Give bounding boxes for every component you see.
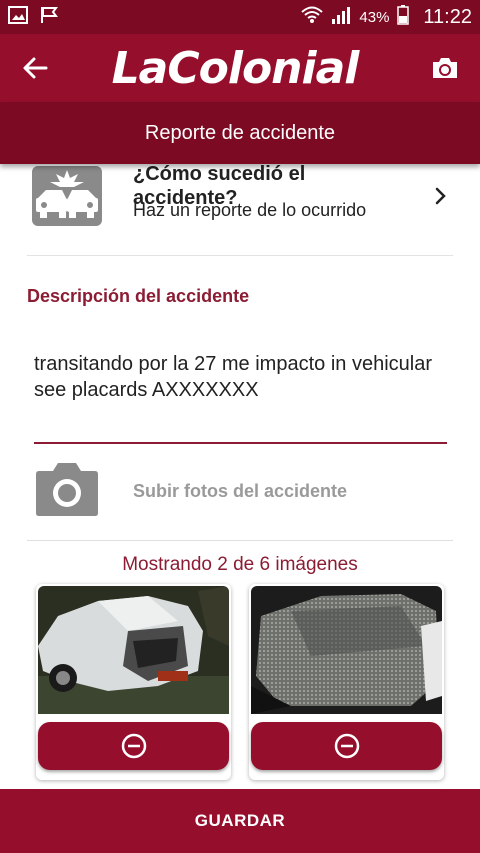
report-form: ¿Cómo sucedió el accidente? Haz un repor… bbox=[0, 164, 480, 789]
clock: 11:22 bbox=[423, 5, 472, 28]
gallery-status: Mostrando 2 de 6 imágenes bbox=[122, 554, 358, 575]
arrow-left-icon bbox=[23, 57, 48, 79]
app-bar: LaColonial bbox=[0, 34, 480, 102]
camera-button[interactable] bbox=[410, 34, 480, 102]
accident-report-link[interactable]: ¿Cómo sucedió el accidente? Haz un repor… bbox=[27, 164, 453, 256]
accident-section-subtitle: Haz un reporte de lo ocurrido bbox=[133, 200, 367, 220]
upload-photos-label: Subir fotos del accidente bbox=[133, 481, 348, 501]
gallery-notification-icon bbox=[8, 5, 28, 29]
chevron-right-icon bbox=[435, 186, 447, 211]
status-bar: 43% 11:22 bbox=[0, 0, 480, 34]
remove-photo-button[interactable] bbox=[38, 722, 229, 770]
page-title: Reporte de accidente bbox=[0, 102, 480, 164]
photo-card bbox=[249, 584, 444, 780]
battery-percent: 43% bbox=[359, 8, 390, 26]
minus-circle-icon bbox=[121, 733, 146, 759]
description-input[interactable]: transitando por la 27 me impacto in vehi… bbox=[34, 351, 434, 403]
accident-title-line-1: ¿Cómo sucedió el bbox=[133, 164, 306, 185]
battery-icon bbox=[397, 4, 410, 30]
car-crash-icon bbox=[32, 166, 102, 226]
brand-logo: LaColonial bbox=[111, 42, 360, 94]
minus-circle-icon bbox=[334, 733, 359, 759]
camera-icon bbox=[35, 459, 99, 522]
accident-photo[interactable] bbox=[251, 586, 442, 714]
remove-photo-button[interactable] bbox=[251, 722, 442, 770]
camera-icon bbox=[433, 58, 457, 78]
upload-photos-button[interactable]: Subir fotos del accidente bbox=[27, 444, 453, 541]
save-button[interactable]: GUARDAR bbox=[0, 789, 480, 853]
photo-card bbox=[36, 584, 231, 780]
description-label: Descripción del accidente bbox=[27, 286, 250, 306]
flag-notification-icon bbox=[40, 6, 60, 29]
accident-photo[interactable] bbox=[38, 586, 229, 714]
signal-icon bbox=[331, 6, 351, 29]
wifi-icon bbox=[301, 6, 324, 29]
